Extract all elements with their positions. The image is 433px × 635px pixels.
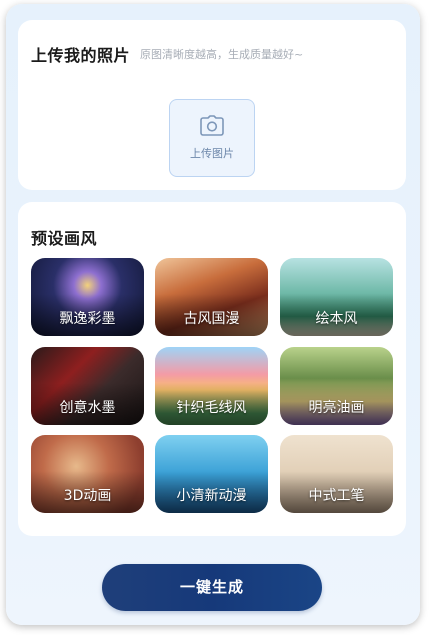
app-frame: 上传我的照片 原图清晰度越高，生成质量越好~ 上传图片 预设画风 飘逸彩墨 古风…: [6, 4, 420, 625]
style-tile-label: 小清新动漫: [176, 488, 247, 504]
style-tile-label: 绘本风: [315, 311, 358, 327]
style-tile-label: 针织毛线风: [176, 400, 247, 416]
style-tile-label: 创意水墨: [59, 400, 116, 416]
camera-icon: [200, 115, 224, 136]
style-tile-3d-donghua[interactable]: 3D动画: [31, 435, 144, 513]
style-tile-label: 飘逸彩墨: [59, 311, 116, 327]
style-tile-gufeng-guoman[interactable]: 古风国漫: [155, 258, 268, 336]
upload-hint: 原图清晰度越高，生成质量越好~: [140, 48, 304, 61]
style-tile-label: 中式工笔: [308, 488, 365, 504]
style-tile-mingliang-youhua[interactable]: 明亮油画: [280, 347, 393, 425]
style-tile-zhongshi-gongbi[interactable]: 中式工笔: [280, 435, 393, 513]
generate-button[interactable]: 一键生成: [102, 564, 322, 611]
upload-photo-label: 上传图片: [190, 147, 234, 160]
upload-card: 上传我的照片 原图清晰度越高，生成质量越好~ 上传图片: [18, 20, 406, 190]
style-tile-label: 3D动画: [63, 488, 112, 504]
style-tile-label: 明亮油画: [308, 400, 365, 416]
style-tile-label: 古风国漫: [183, 311, 240, 327]
style-tile-piaoyi-caimo[interactable]: 飘逸彩墨: [31, 258, 144, 336]
preset-style-title: 预设画风: [31, 229, 98, 248]
upload-title: 上传我的照片: [31, 46, 131, 65]
upload-photo-button[interactable]: 上传图片: [169, 99, 255, 177]
style-tile-zhenzhi-maoxian[interactable]: 针织毛线风: [155, 347, 268, 425]
style-tile-chuangyi-shuimo[interactable]: 创意水墨: [31, 347, 144, 425]
preset-style-card: 预设画风 飘逸彩墨 古风国漫 绘本风 创意水墨 针织毛线风 明亮油画 3D动画: [18, 202, 406, 536]
style-tile-xiaoqingxin-dongman[interactable]: 小清新动漫: [155, 435, 268, 513]
style-tile-huiben[interactable]: 绘本风: [280, 258, 393, 336]
